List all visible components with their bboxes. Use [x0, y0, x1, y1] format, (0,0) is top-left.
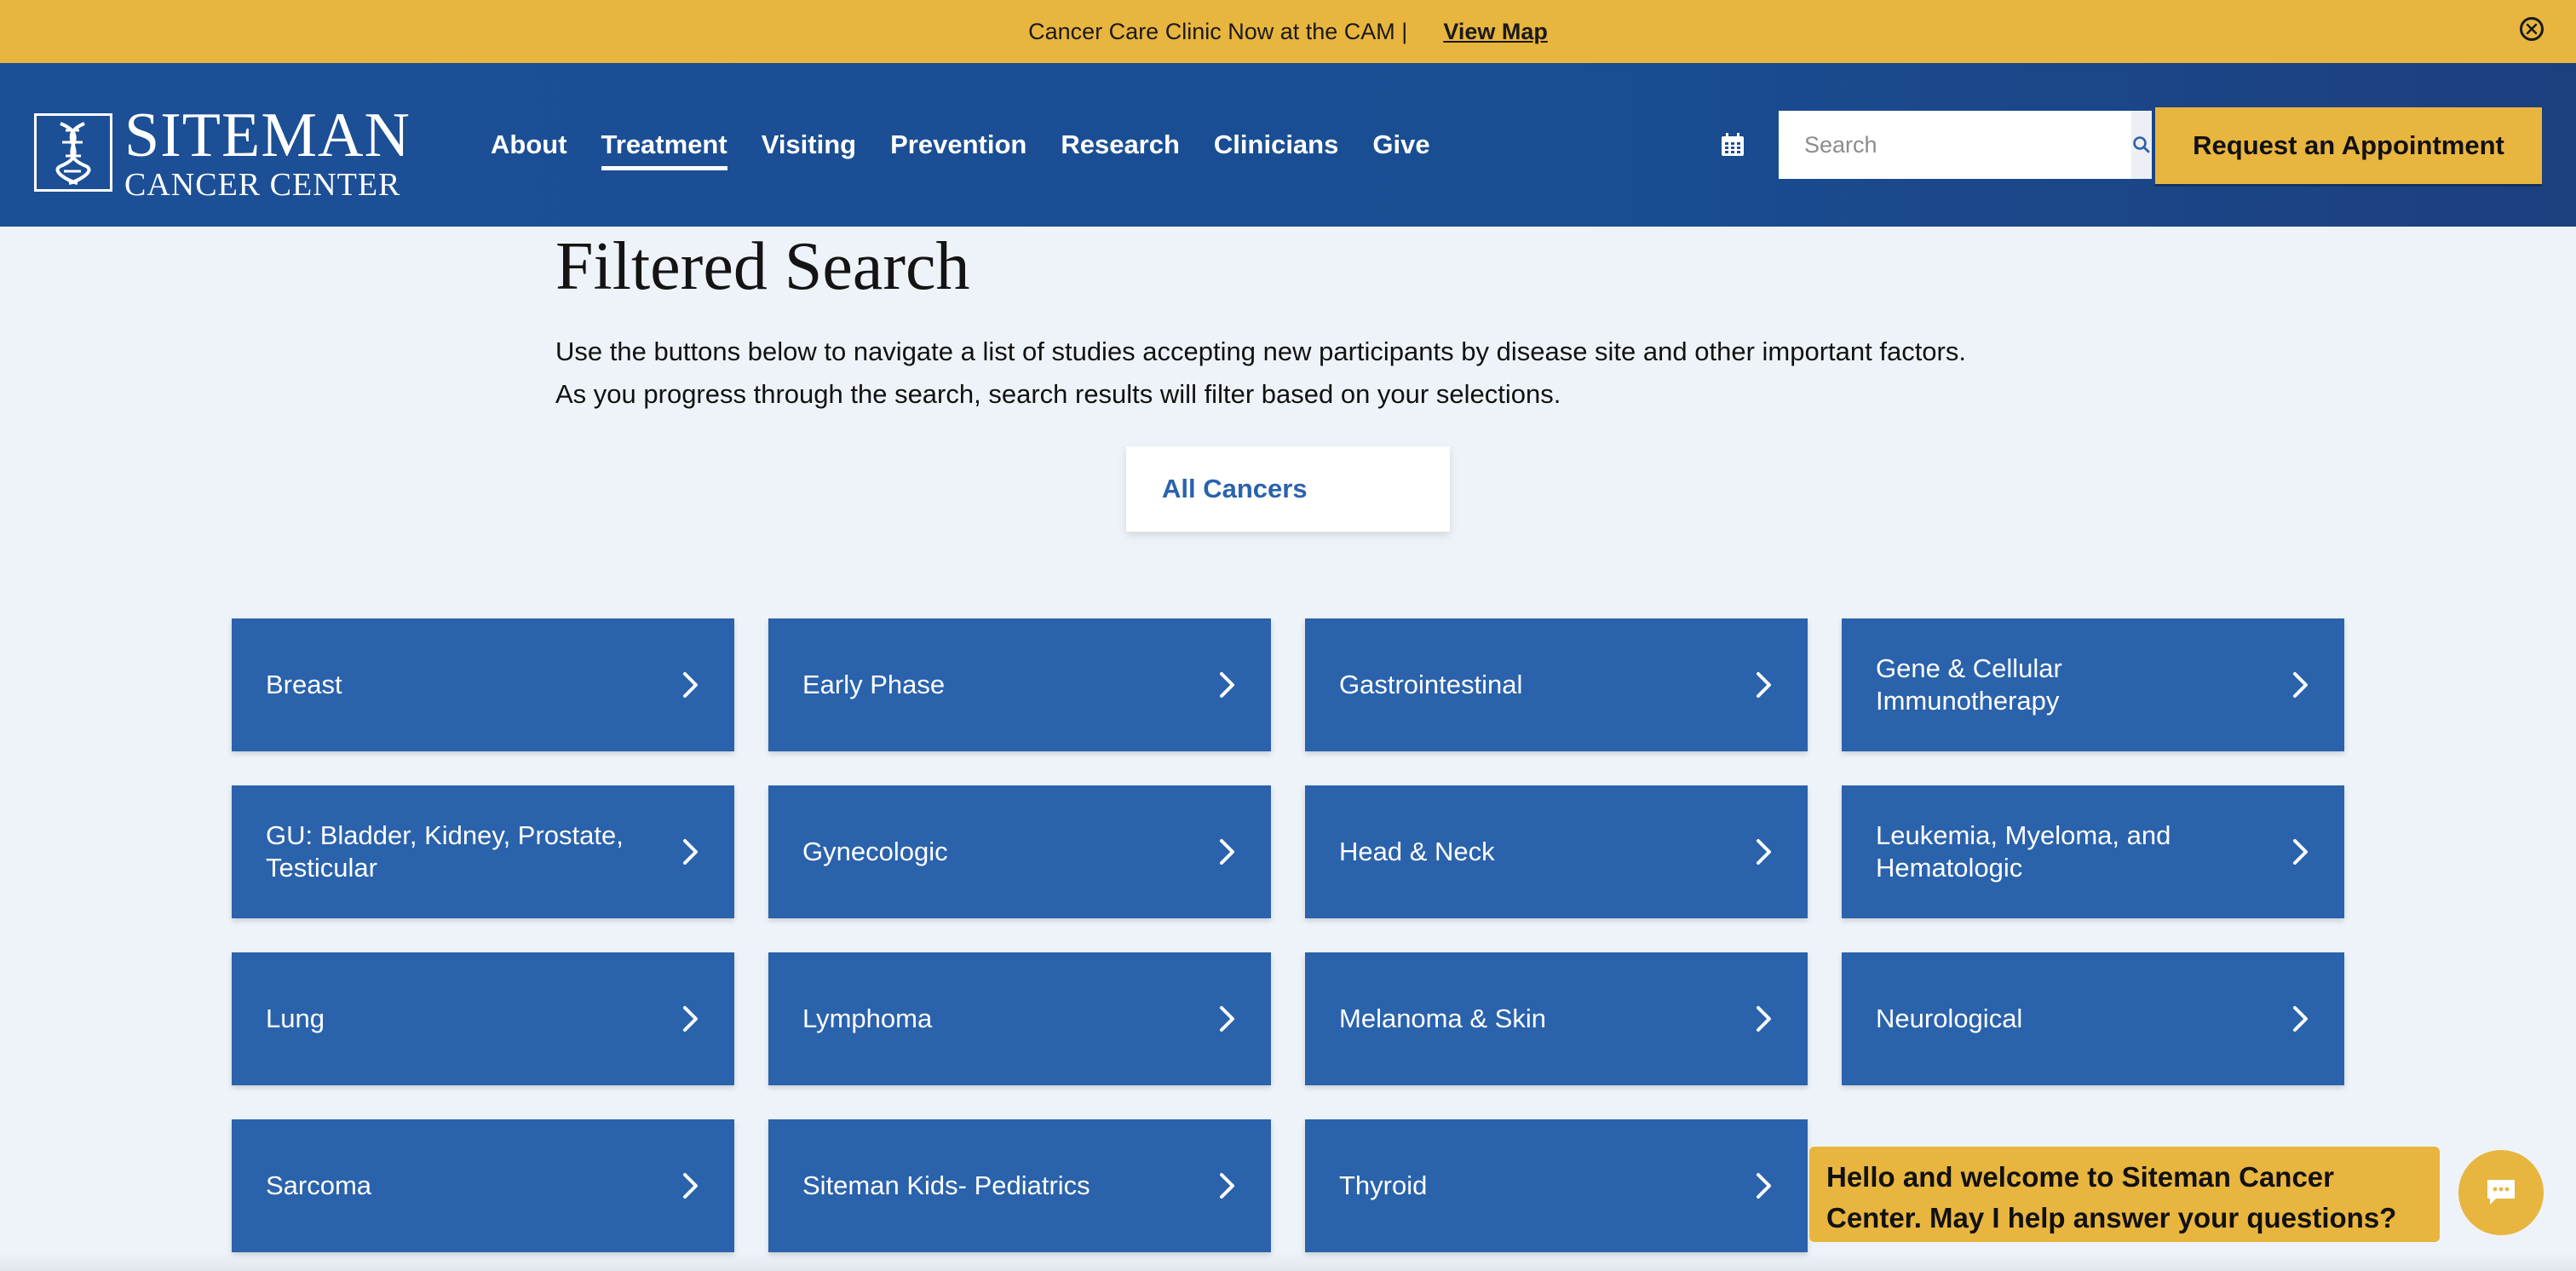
- close-announcement-button[interactable]: [2520, 17, 2544, 41]
- chevron-right-icon: [683, 1006, 698, 1032]
- tile-label: Lymphoma: [802, 1004, 933, 1033]
- chevron-right-icon: [683, 839, 698, 865]
- search-button[interactable]: [2131, 111, 2152, 179]
- dna-logo-icon: [34, 113, 112, 192]
- tile-gene-cellular-immunotherapy[interactable]: Gene & Cellular Immunotherapy: [1842, 618, 2344, 751]
- chevron-right-icon: [683, 672, 698, 698]
- page-bottom-shade: [0, 1252, 2576, 1271]
- page-title: Filtered Search: [555, 229, 970, 304]
- all-cancers-button[interactable]: All Cancers: [1126, 446, 1450, 532]
- site-logo[interactable]: SITEMAN CANCER CENTER: [34, 104, 411, 201]
- chat-greeting-bubble[interactable]: Hello and welcome to Siteman Cancer Cent…: [1809, 1147, 2440, 1242]
- tile-leukemia-myeloma[interactable]: Leukemia, Myeloma, and Hematologic: [1842, 785, 2344, 918]
- request-appointment-button[interactable]: Request an Appointment: [2155, 107, 2542, 184]
- logo-text-primary: SITEMAN: [124, 101, 411, 170]
- site-search: [1779, 111, 2152, 179]
- tile-gu[interactable]: GU: Bladder, Kidney, Prostate, Testicula…: [232, 785, 734, 918]
- chat-icon: [2487, 1180, 2515, 1205]
- tile-label: Lung: [266, 1004, 325, 1033]
- tile-lymphoma[interactable]: Lymphoma: [768, 952, 1271, 1085]
- tile-label: Gynecologic: [802, 837, 948, 866]
- tile-label: Gastrointestinal: [1339, 670, 1523, 699]
- tile-gynecologic[interactable]: Gynecologic: [768, 785, 1271, 918]
- site-header: SITEMAN CANCER CENTER About Treatment Vi…: [0, 63, 2576, 227]
- nav-item-prevention[interactable]: Prevention: [890, 129, 1026, 170]
- calendar-icon[interactable]: [1719, 131, 1746, 158]
- tile-label: Early Phase: [802, 670, 946, 699]
- nav-item-visiting[interactable]: Visiting: [762, 129, 856, 170]
- tile-breast[interactable]: Breast: [232, 618, 734, 751]
- chevron-right-icon: [1220, 1006, 1234, 1032]
- chevron-right-icon: [1757, 1173, 1771, 1199]
- search-input[interactable]: [1779, 111, 2131, 179]
- tile-thyroid[interactable]: Thyroid: [1305, 1119, 1808, 1252]
- tile-neurological[interactable]: Neurological: [1842, 952, 2344, 1085]
- tile-lung[interactable]: Lung: [232, 952, 734, 1085]
- logo-text-secondary: CANCER CENTER: [124, 167, 401, 203]
- chevron-right-icon: [1220, 1173, 1234, 1199]
- tile-early-phase[interactable]: Early Phase: [768, 618, 1271, 751]
- tile-label: Siteman Kids- Pediatrics: [802, 1170, 1090, 1200]
- tile-siteman-kids[interactable]: Siteman Kids- Pediatrics: [768, 1119, 1271, 1252]
- view-map-link[interactable]: View Map: [1443, 19, 1548, 45]
- tile-label: Head & Neck: [1339, 837, 1495, 866]
- chevron-right-icon: [1757, 1006, 1771, 1032]
- chevron-right-icon: [1757, 839, 1771, 865]
- main-nav: About Treatment Visiting Prevention Rese…: [491, 129, 1464, 170]
- chat-launcher-button[interactable]: [2458, 1150, 2544, 1235]
- tile-label: Melanoma & Skin: [1339, 1004, 1546, 1033]
- close-icon: [2526, 23, 2538, 35]
- nav-item-give[interactable]: Give: [1372, 129, 1429, 170]
- chevron-right-icon: [1220, 672, 1234, 698]
- nav-item-about[interactable]: About: [491, 129, 567, 170]
- chevron-right-icon: [1220, 839, 1234, 865]
- tile-melanoma-skin[interactable]: Melanoma & Skin: [1305, 952, 1808, 1085]
- tile-gastrointestinal[interactable]: Gastrointestinal: [1305, 618, 1808, 751]
- announcement-message: Cancer Care Clinic Now at the CAM |: [1028, 18, 1408, 44]
- tile-label: Breast: [266, 670, 342, 699]
- page-description: Use the buttons below to navigate a list…: [555, 336, 1966, 409]
- tile-label: Gene & Cellular Immunotherapy: [1876, 653, 2062, 716]
- tile-sarcoma[interactable]: Sarcoma: [232, 1119, 734, 1252]
- nav-item-research[interactable]: Research: [1061, 129, 1180, 170]
- chevron-right-icon: [683, 1173, 698, 1199]
- nav-item-clinicians[interactable]: Clinicians: [1214, 129, 1338, 170]
- chevron-right-icon: [1757, 672, 1771, 698]
- announcement-bar: Cancer Care Clinic Now at the CAM | View…: [0, 0, 2576, 63]
- tile-label: Leukemia, Myeloma, and Hematologic: [1876, 820, 2171, 883]
- chevron-right-icon: [2293, 672, 2308, 698]
- nav-item-treatment[interactable]: Treatment: [601, 129, 727, 170]
- tile-head-neck[interactable]: Head & Neck: [1305, 785, 1808, 918]
- tile-label: GU: Bladder, Kidney, Prostate, Testicula…: [266, 820, 624, 883]
- tile-label: Thyroid: [1339, 1170, 1428, 1200]
- search-icon: [2133, 136, 2150, 153]
- tile-label: Neurological: [1876, 1004, 2023, 1033]
- tile-label: Sarcoma: [266, 1170, 372, 1200]
- chevron-right-icon: [2293, 839, 2308, 865]
- chevron-right-icon: [2293, 1006, 2308, 1032]
